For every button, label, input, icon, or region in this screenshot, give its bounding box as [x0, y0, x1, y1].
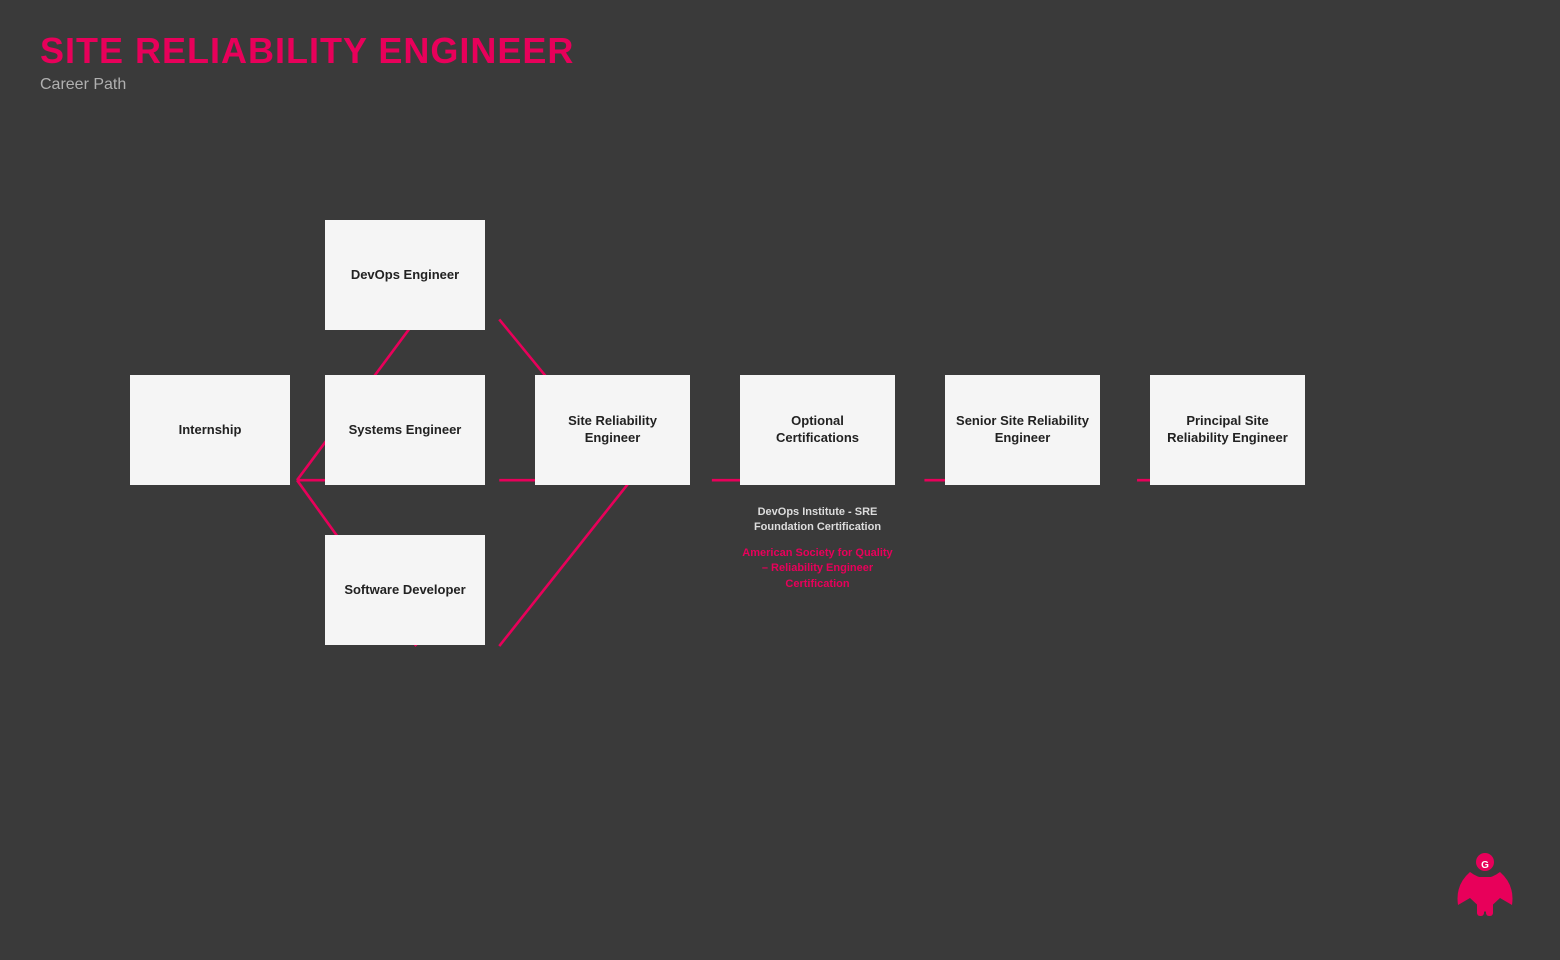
certifications-area: DevOps Institute - SRE Foundation Certif… — [740, 505, 895, 592]
node-senior: Senior Site Reliability Engineer — [945, 375, 1100, 485]
cert-item-1: DevOps Institute - SRE Foundation Certif… — [740, 505, 895, 536]
node-devops: DevOps Engineer — [325, 220, 485, 330]
header: SITE RELIABILITY ENGINEER Career Path — [40, 30, 574, 94]
cert-item-2: American Society for Quality – Reliabili… — [740, 546, 895, 592]
page-subtitle: Career Path — [40, 76, 574, 94]
node-principal: Principal Site Reliability Engineer — [1150, 375, 1305, 485]
career-diagram: Internship DevOps Engineer Systems Engin… — [100, 150, 1500, 800]
svg-text:G: G — [1481, 860, 1489, 871]
node-internship: Internship — [130, 375, 290, 485]
node-sre: Site Reliability Engineer — [535, 375, 690, 485]
logo: G — [1450, 850, 1520, 930]
node-systems: Systems Engineer — [325, 375, 485, 485]
node-software: Software Developer — [325, 535, 485, 645]
node-optional: Optional Certifications — [740, 375, 895, 485]
page-title: SITE RELIABILITY ENGINEER — [40, 30, 574, 72]
